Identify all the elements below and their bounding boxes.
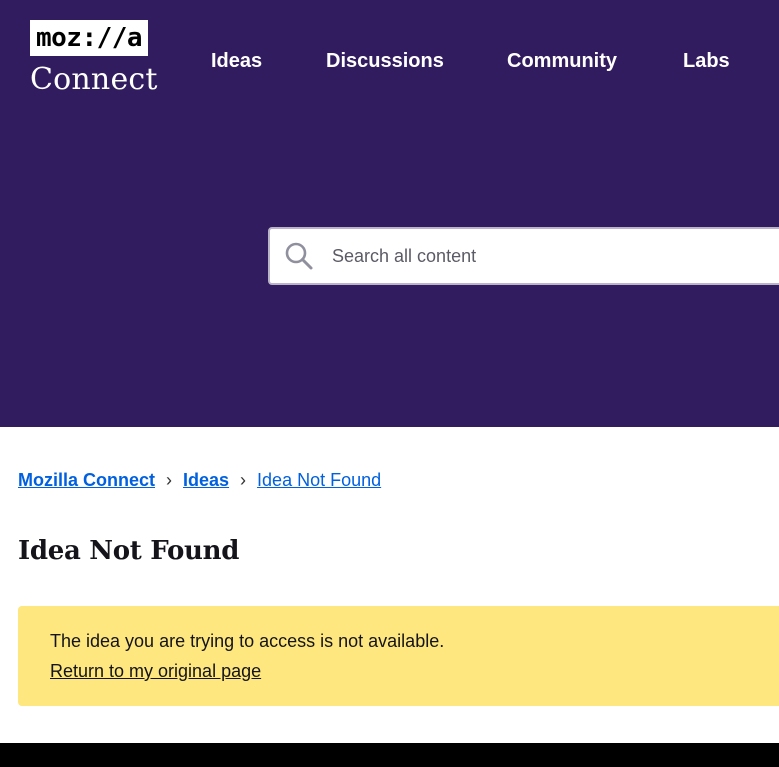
not-found-alert: The idea you are trying to access is not… [18,606,779,706]
return-link[interactable]: Return to my original page [50,660,261,682]
footer [0,743,779,767]
search-box[interactable] [268,227,779,285]
mozilla-connect-logo[interactable]: moz://a Connect [30,20,158,96]
nav-item-community[interactable]: Community [507,48,617,74]
site-header: moz://a Connect Ideas Discussions Commun… [0,0,779,427]
nav-item-discussions[interactable]: Discussions [326,48,444,74]
mozilla-wordmark: moz://a [30,20,149,56]
breadcrumb-item-ideas[interactable]: Ideas [183,470,229,490]
breadcrumb: Mozilla Connect › Ideas › Idea Not Found [18,468,381,492]
nav-item-ideas[interactable]: Ideas [211,48,262,74]
breadcrumb-separator: › [166,470,173,490]
nav-item-labs[interactable]: Labs [683,48,730,74]
breadcrumb-item-mozilla-connect[interactable]: Mozilla Connect [18,470,155,490]
alert-message: The idea you are trying to access is not… [50,631,445,651]
breadcrumb-item-current[interactable]: Idea Not Found [257,470,381,490]
breadcrumb-separator: › [240,470,247,490]
search-icon[interactable] [284,241,314,271]
search-input[interactable] [332,229,772,283]
page-title: Idea Not Found [18,536,240,566]
connect-wordmark: Connect [30,62,158,97]
